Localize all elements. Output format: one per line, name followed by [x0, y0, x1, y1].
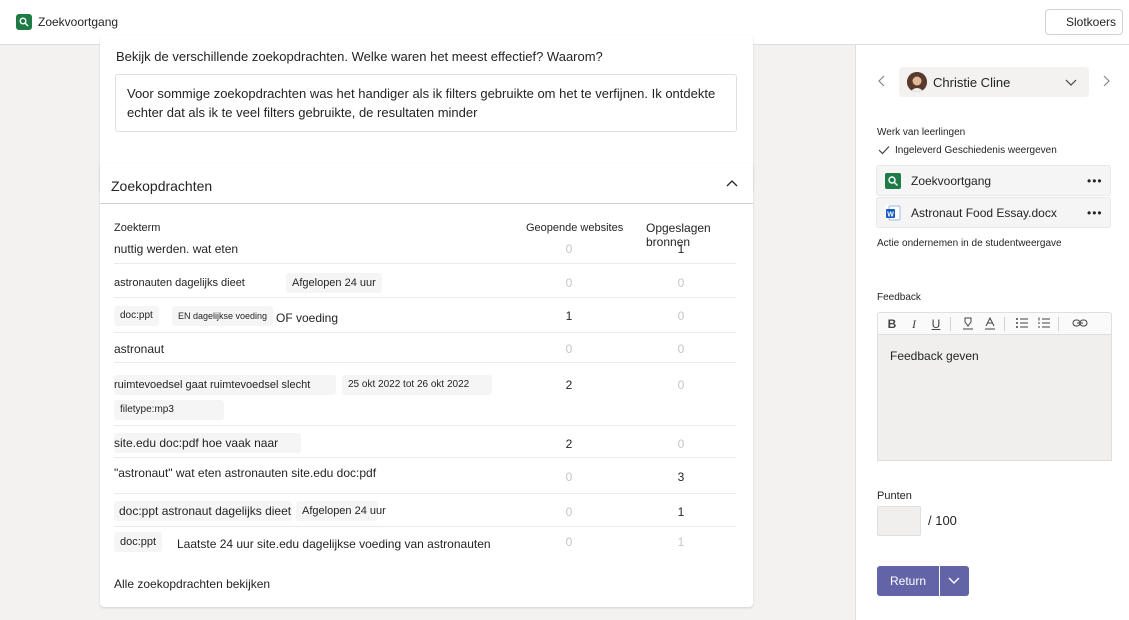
word-doc-icon: W: [885, 205, 901, 221]
saved-count: 1: [677, 535, 685, 549]
table-row: doc:ppt Laatste 24 uur site.edu dagelijk…: [114, 527, 736, 557]
grading-panel: Christie Cline Werk van leerlingen Ingel…: [855, 45, 1129, 620]
chevron-right-icon[interactable]: [1100, 74, 1112, 88]
bullet-list-icon[interactable]: [1014, 316, 1030, 332]
sites-count: 0: [565, 470, 573, 484]
sites-count: 0: [565, 242, 573, 256]
sites-count: 0: [565, 535, 573, 549]
search-term: astronauten dagelijks dieet: [114, 273, 245, 293]
chevron-left-icon[interactable]: [876, 74, 888, 88]
filter-chip: doc:ppt: [114, 306, 159, 326]
chevron-down-icon: [1065, 76, 1077, 91]
points-label: Punten: [877, 490, 912, 502]
close-button[interactable]: Slotkoers: [1045, 9, 1123, 35]
bold-button[interactable]: B: [884, 316, 900, 332]
saved-count: 0: [677, 378, 685, 392]
saved-count: 1: [677, 505, 685, 519]
submission-status[interactable]: Ingeleverd Geschiedenis weergeven: [895, 145, 1057, 156]
toolbar-divider: [1058, 317, 1059, 331]
sites-count: 0: [565, 342, 573, 356]
feedback-input[interactable]: Feedback geven: [877, 334, 1112, 461]
view-all-searches-link[interactable]: Alle zoekopdrachten bekijken: [114, 577, 270, 591]
avatar: [907, 72, 927, 92]
filter-chip: EN dagelijkse voeding: [172, 306, 274, 326]
student-work-label: Werk van leerlingen: [877, 127, 966, 138]
answer-line-1: Voor sommige zoekopdrachten was het hand…: [127, 86, 716, 101]
more-options-icon[interactable]: •••: [1087, 206, 1103, 220]
saved-count: 3: [677, 470, 685, 484]
student-selector[interactable]: Christie Cline: [899, 67, 1089, 97]
numbered-list-icon[interactable]: [1036, 316, 1052, 332]
student-answer: Voor sommige zoekopdrachten was het hand…: [115, 74, 737, 132]
saved-count: 1: [677, 242, 685, 256]
file-card-search-progress[interactable]: Zoekvoortgang •••: [876, 165, 1111, 196]
table-row: "astronaut" wat eten astronauten site.ed…: [114, 458, 736, 494]
feedback-placeholder: Feedback geven: [890, 349, 979, 363]
search-term: Laatste 24 uur site.edu dagelijkse voedi…: [177, 537, 491, 551]
svg-text:W: W: [887, 212, 894, 219]
chevron-up-icon[interactable]: [724, 176, 740, 192]
sites-count: 2: [565, 437, 573, 451]
sites-count: 1: [565, 309, 573, 323]
filter-chip: Afgelopen 24 uur: [286, 273, 382, 293]
underline-button[interactable]: U: [928, 316, 944, 332]
file-name: Zoekvoortgang: [911, 174, 992, 188]
toolbar-divider: [950, 317, 951, 331]
table-row: ruimtevoedsel gaat ruimtevoedsel slecht …: [114, 363, 736, 426]
file-card-essay[interactable]: W Astronaut Food Essay.docx •••: [876, 197, 1111, 228]
format-toolbar: B I U: [877, 312, 1112, 334]
feedback-label: Feedback: [877, 292, 921, 303]
italic-button[interactable]: I: [906, 316, 922, 332]
filter-chip: Afgelopen 24 uur: [296, 501, 386, 521]
main-content: Bekijk de verschillende zoekopdrachten. …: [0, 35, 855, 620]
table-row: astronauten dagelijks dieet Afgelopen 24…: [114, 264, 736, 298]
search-progress-app-icon: [885, 173, 901, 189]
searches-header[interactable]: Zoekopdrachten: [100, 163, 753, 204]
table-row: nuttig werden. wat eten 0 1: [114, 236, 736, 264]
search-term: doc:ppt astronaut dagelijks dieet: [114, 501, 292, 521]
points-max: / 100: [928, 513, 957, 528]
search-term: OF voeding: [276, 311, 339, 325]
search-term: astronaut: [114, 342, 165, 356]
font-color-icon[interactable]: [982, 316, 998, 332]
column-header-sites: Geopende websites: [526, 222, 624, 234]
sites-count: 2: [565, 378, 573, 392]
filter-chip: 25 okt 2022 tot 26 okt 2022: [342, 375, 492, 395]
return-button[interactable]: Return: [877, 566, 939, 596]
sites-count: 0: [565, 505, 573, 519]
searches-title: Zoekopdrachten: [111, 178, 213, 194]
saved-count: 0: [677, 437, 685, 451]
saved-count: 0: [677, 342, 685, 356]
toolbar-divider: [1004, 317, 1005, 331]
table-row: astronaut 0 0: [114, 333, 736, 363]
table-row: doc:ppt astronaut dagelijks dieet Afgelo…: [114, 494, 736, 527]
search-term: ruimtevoedsel gaat ruimtevoedsel slecht: [114, 375, 336, 395]
saved-count: 0: [677, 276, 685, 290]
table-row: doc:ppt EN dagelijkse voeding OF voeding…: [114, 298, 736, 333]
search-term: nuttig werden. wat eten: [114, 242, 239, 256]
answer-line-2: echter dat als ik te veel filters gebrui…: [127, 105, 478, 120]
chevron-down-icon: [948, 577, 960, 584]
file-name: Astronaut Food Essay.docx: [911, 206, 1057, 220]
saved-count: 0: [677, 309, 685, 323]
question-text: Bekijk de verschillende zoekopdrachten. …: [116, 49, 603, 64]
search-term: "astronaut" wat eten astronauten site.ed…: [114, 466, 377, 480]
points-input[interactable]: [877, 506, 921, 536]
search-progress-app-icon: [16, 14, 32, 30]
column-header-term: Zoekterm: [114, 222, 161, 234]
more-options-icon[interactable]: •••: [1087, 174, 1103, 188]
table-row: site.edu doc:pdf hoe vaak naar 2 0: [114, 426, 736, 458]
return-options-button[interactable]: [940, 566, 969, 596]
student-name: Christie Cline: [933, 75, 1011, 90]
student-view-action-label[interactable]: Actie ondernemen in de studentweergave: [877, 238, 1062, 249]
filter-chip: filetype:mp3: [114, 400, 224, 420]
filter-chip: doc:ppt: [114, 532, 163, 552]
app-title: Zoekvoortgang: [38, 15, 119, 29]
link-icon[interactable]: [1072, 316, 1088, 332]
searches-card: Zoekopdrachten Zoekterm Geopende website…: [100, 163, 753, 607]
highlight-icon[interactable]: [960, 316, 976, 332]
sites-count: 0: [565, 276, 573, 290]
search-term: site.edu doc:pdf hoe vaak naar: [114, 433, 301, 453]
checkmark-icon: [878, 144, 890, 158]
